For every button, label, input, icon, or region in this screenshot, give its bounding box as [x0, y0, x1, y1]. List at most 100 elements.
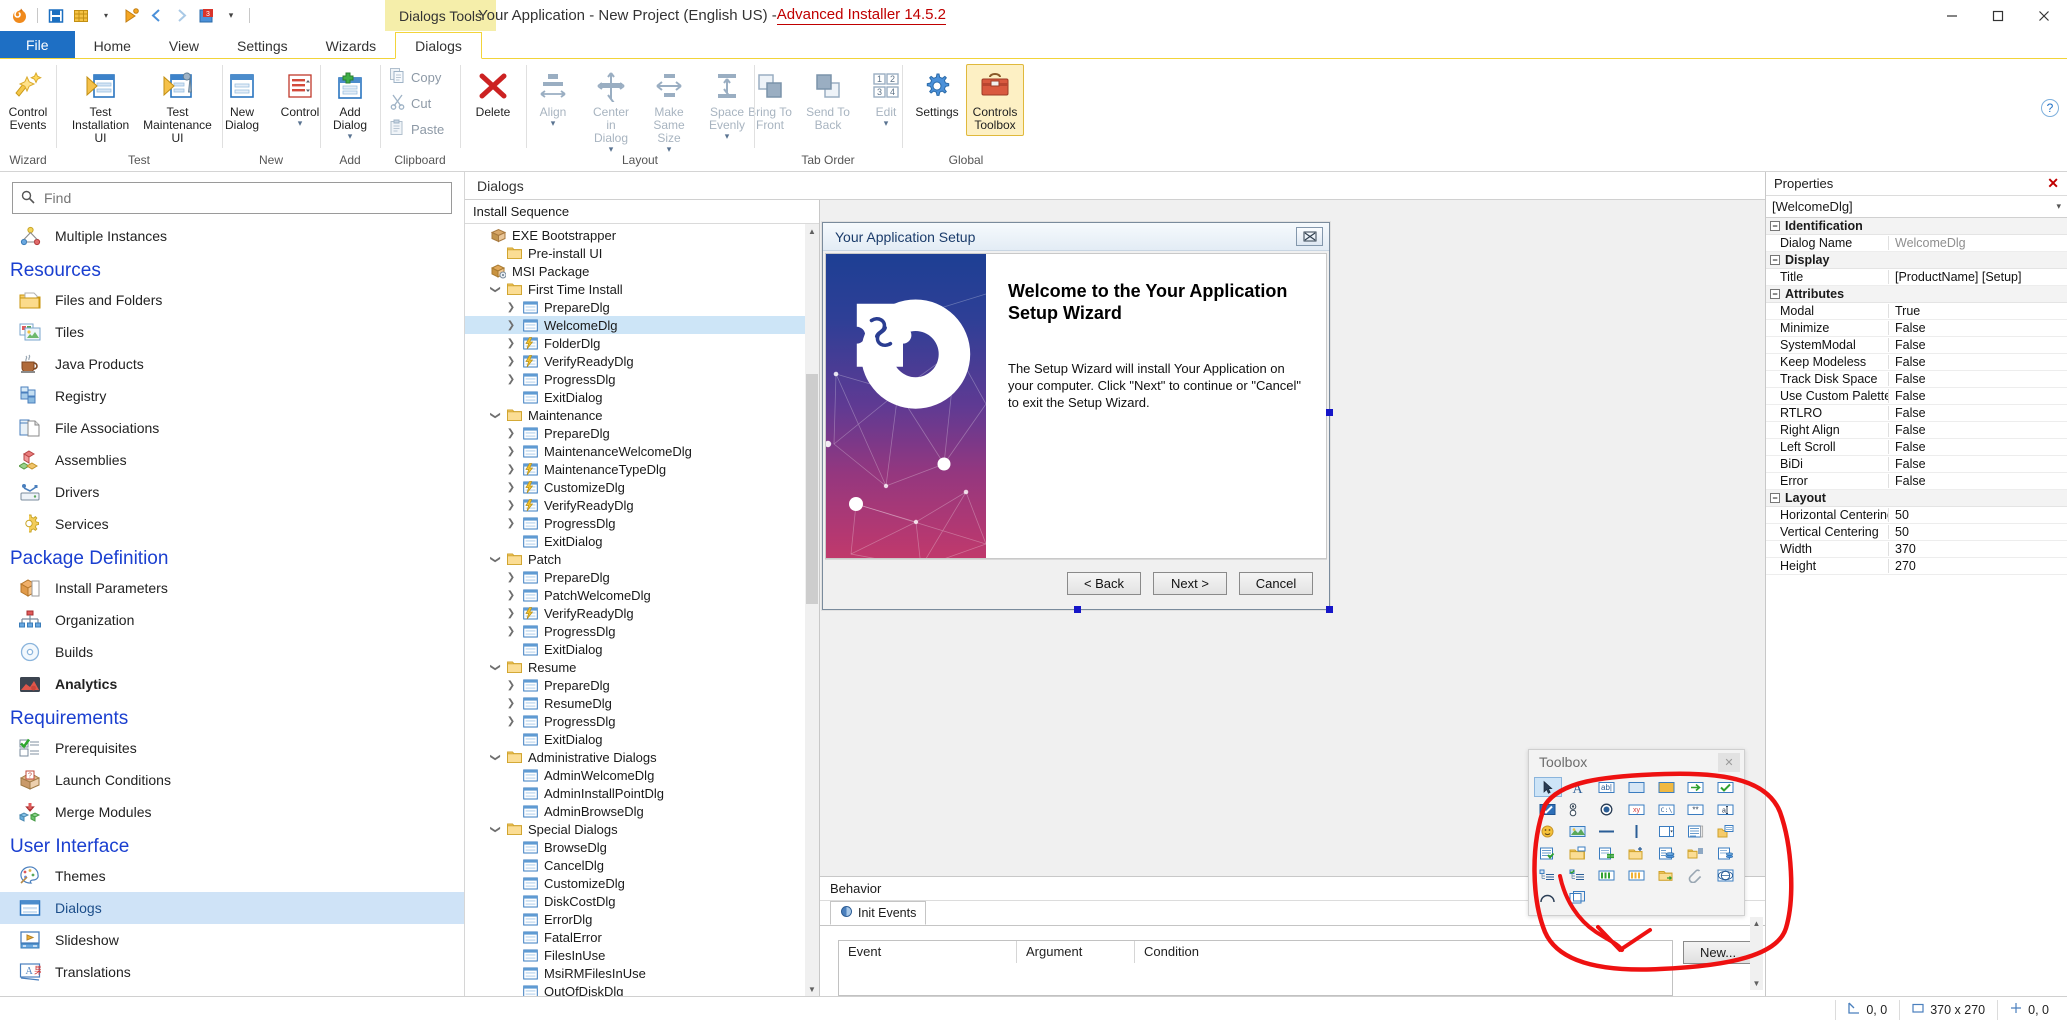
make-same-size-button[interactable]: Make Same Size ▾ — [640, 64, 698, 158]
chevron-right-icon[interactable]: ❯ — [501, 590, 521, 601]
volumecostlist-tool[interactable] — [1652, 843, 1680, 863]
chevron-right-icon[interactable]: ❯ — [501, 500, 521, 511]
tree-item[interactable]: ❯FolderDlg — [465, 334, 819, 352]
property-row[interactable]: MinimizeFalse — [1766, 320, 2067, 337]
property-row[interactable]: SystemModalFalse — [1766, 337, 2067, 354]
progressbar-tool[interactable] — [1593, 865, 1621, 885]
tab-view[interactable]: View — [150, 32, 218, 59]
chevron-down-icon[interactable]: ❯ — [490, 657, 501, 677]
tree-item[interactable]: ❯CustomizeDlg — [465, 478, 819, 496]
property-row[interactable]: Track Disk SpaceFalse — [1766, 371, 2067, 388]
property-row[interactable]: Use Custom PaletteFalse — [1766, 388, 2067, 405]
minimize-button[interactable] — [1929, 0, 1975, 31]
checkbox-checked-tool[interactable] — [1534, 799, 1562, 819]
sidebar-item-merge-modules[interactable]: Merge Modules — [0, 796, 464, 828]
chevron-right-icon[interactable]: ❯ — [501, 374, 521, 385]
property-value[interactable]: False — [1888, 423, 2067, 437]
test-installation-ui-button[interactable]: Test Installation UI — [62, 64, 139, 149]
sidebar-item-translations[interactable]: A果Translations — [0, 956, 464, 988]
properties-category[interactable]: −Attributes — [1766, 286, 2067, 303]
help-icon[interactable]: ? — [2041, 99, 2059, 117]
collapse-icon[interactable]: − — [1770, 255, 1780, 265]
setup-dialog-close-icon[interactable] — [1296, 227, 1323, 246]
listview-tool[interactable] — [1682, 843, 1710, 863]
tab-wizards[interactable]: Wizards — [307, 32, 396, 59]
text-tool[interactable]: A — [1564, 777, 1592, 797]
chevron-right-icon[interactable]: ❯ — [501, 608, 521, 619]
run-build-icon[interactable]: 3 — [195, 5, 217, 27]
checktree-tool[interactable] — [1564, 865, 1592, 885]
property-row[interactable]: Vertical Centering50 — [1766, 524, 2067, 541]
checkbox-tool[interactable] — [1711, 777, 1739, 797]
qat-overflow-icon[interactable]: ▾ — [220, 5, 242, 27]
property-row[interactable]: Keep ModelessFalse — [1766, 354, 2067, 371]
bring-to-front-button[interactable]: Bring To Front — [741, 64, 799, 136]
tree-item[interactable]: ❯PatchWelcomeDlg — [465, 586, 819, 604]
tree-item[interactable]: ExitDialog — [465, 388, 819, 406]
chevron-down-icon[interactable]: ❯ — [490, 549, 501, 569]
control-events-button[interactable]: Control Events — [0, 64, 57, 136]
sidebar-item-files-and-folders[interactable]: Files and Folders — [0, 284, 464, 316]
collapse-icon[interactable]: − — [1770, 493, 1780, 503]
maximize-button[interactable] — [1975, 0, 2021, 31]
directorylist-tool[interactable] — [1711, 821, 1739, 841]
tree-item[interactable]: ❯ResumeDlg — [465, 694, 819, 712]
sidebar-item-tiles[interactable]: Tiles — [0, 316, 464, 348]
pointer-tool[interactable] — [1534, 777, 1562, 797]
property-value[interactable]: False — [1888, 389, 2067, 403]
sidebar-item-analytics[interactable]: Analytics — [0, 668, 464, 700]
tree-item[interactable]: ❯PrepareDlg — [465, 424, 819, 442]
test-maintenance-ui-button[interactable]: Test Maintenance UI — [139, 64, 216, 149]
property-row[interactable]: Left ScrollFalse — [1766, 439, 2067, 456]
tree-item[interactable]: MSI Package — [465, 262, 819, 280]
sidebar-item-multiple-instances[interactable]: Multiple Instances — [0, 220, 464, 252]
behavior-scroll-up-icon[interactable]: ▲ — [1750, 917, 1763, 930]
delete-button[interactable]: Delete — [464, 64, 522, 123]
search-input[interactable] — [42, 189, 443, 207]
copy-button[interactable]: Copy — [386, 64, 447, 90]
tree-item[interactable]: BrowseDlg — [465, 838, 819, 856]
back-button[interactable]: < Back — [1067, 572, 1141, 595]
property-row[interactable]: Right AlignFalse — [1766, 422, 2067, 439]
tree-item[interactable]: FatalError — [465, 928, 819, 946]
tree-item[interactable]: ❯ProgressDlg — [465, 712, 819, 730]
tree-item[interactable]: CancelDlg — [465, 856, 819, 874]
progressbar-alt-tool[interactable] — [1623, 865, 1651, 885]
selectiontree-tool[interactable] — [1534, 843, 1562, 863]
chevron-right-icon[interactable]: ❯ — [501, 626, 521, 637]
tree-item[interactable]: ❯Patch — [465, 550, 819, 568]
edit-dropdown-caret-icon[interactable]: ▾ — [884, 119, 889, 128]
sidebar-item-java-products[interactable]: Java Products — [0, 348, 464, 380]
checklist-tool[interactable] — [1711, 843, 1739, 863]
chevron-down-icon[interactable]: ▾ — [2056, 201, 2061, 212]
tree-item[interactable]: ❯Maintenance — [465, 406, 819, 424]
cancel-button[interactable]: Cancel — [1239, 572, 1313, 595]
controls-toolbox-button[interactable]: Controls Toolbox — [966, 64, 1024, 136]
radiobutton-group-tool[interactable] — [1564, 799, 1592, 819]
tree-item[interactable]: ❯PrepareDlg — [465, 568, 819, 586]
tree-item[interactable]: AdminInstallPointDlg — [465, 784, 819, 802]
sidebar-item-registry[interactable]: Registry — [0, 380, 464, 412]
volumelist-tool[interactable] — [1593, 843, 1621, 863]
collapse-icon[interactable]: − — [1770, 221, 1780, 231]
property-row[interactable]: Height270 — [1766, 558, 2067, 575]
tree-scrollbar[interactable]: ▲ ▼ — [805, 224, 819, 996]
tabs-tool[interactable] — [1564, 887, 1592, 907]
chevron-right-icon[interactable]: ❯ — [501, 482, 521, 493]
scroll-up-icon[interactable]: ▲ — [805, 224, 819, 238]
property-value[interactable]: False — [1888, 440, 2067, 454]
tree-item[interactable]: ❯Resume — [465, 658, 819, 676]
property-row[interactable]: RTLROFalse — [1766, 405, 2067, 422]
chevron-right-icon[interactable]: ❯ — [501, 320, 521, 331]
panel-tool[interactable] — [1623, 777, 1651, 797]
chevron-right-icon[interactable]: ❯ — [501, 428, 521, 439]
chevron-right-icon[interactable]: ❯ — [501, 464, 521, 475]
app-logo-icon[interactable] — [8, 5, 30, 27]
property-value[interactable]: True — [1888, 304, 2067, 318]
chevron-right-icon[interactable]: ❯ — [501, 698, 521, 709]
passwordedit-tool[interactable]: ** — [1682, 799, 1710, 819]
send-to-back-button[interactable]: Send To Back — [799, 64, 857, 136]
close-button[interactable] — [2021, 0, 2067, 31]
save-as-icon[interactable] — [70, 5, 92, 27]
property-value[interactable]: False — [1888, 321, 2067, 335]
